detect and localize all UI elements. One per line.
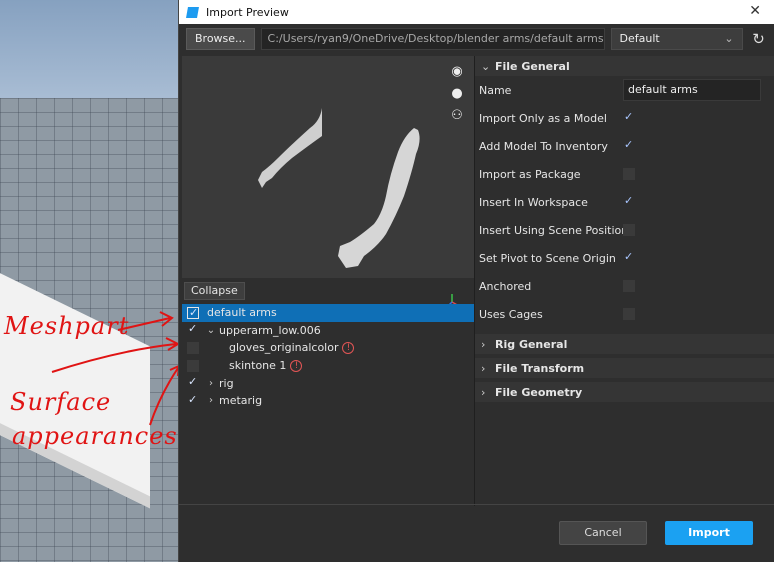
reset-icon[interactable]: ↻ (749, 28, 769, 50)
property-checkbox[interactable] (623, 194, 635, 208)
chevron-right-icon: › (481, 385, 486, 399)
close-icon[interactable]: ✕ (749, 3, 761, 19)
chevron-down-icon[interactable]: ⌄ (205, 325, 217, 336)
property-label: Name (479, 83, 512, 97)
property-checkbox[interactable] (623, 250, 635, 264)
property-row: Uses Cages (475, 300, 774, 328)
property-checkbox[interactable] (623, 110, 635, 124)
name-field[interactable]: default arms (623, 79, 761, 101)
property-label: Import as Package (479, 167, 581, 181)
tree-label: skintone 1 (229, 359, 287, 373)
property-row: Insert In Workspace (475, 188, 774, 216)
warning-icon[interactable]: ! (342, 341, 355, 354)
rig-icon[interactable]: ⚇ (448, 108, 466, 124)
section-file-transform[interactable]: › File Transform (475, 358, 774, 378)
chevron-right-icon[interactable]: › (205, 378, 217, 389)
property-checkbox[interactable] (623, 308, 635, 320)
viewport-tools: ◉ ● ⚇ (448, 64, 466, 124)
chevron-right-icon: › (481, 361, 486, 375)
tree-checkbox[interactable] (187, 306, 199, 319)
section-title: Rig General (495, 337, 568, 351)
tree-row[interactable]: default arms (182, 304, 474, 322)
tree-row[interactable]: gloves_originalcolor! (182, 339, 474, 357)
annotation-surface: Surface (10, 388, 112, 416)
property-row: Add Model To Inventory (475, 132, 774, 160)
globe-icon[interactable]: ● (448, 86, 466, 102)
preset-value: Default (619, 32, 660, 45)
collapse-button[interactable]: Collapse (184, 282, 245, 300)
camera-reset-icon[interactable]: ◉ (448, 64, 466, 80)
tree-checkbox[interactable] (187, 393, 199, 407)
property-row: Set Pivot to Scene Origin (475, 244, 774, 272)
dialog-title: Import Preview (206, 5, 289, 19)
property-list: Import Only as a Model Add Model To Inven… (475, 104, 774, 328)
chevron-right-icon[interactable]: › (205, 395, 217, 406)
property-checkbox[interactable] (623, 138, 635, 152)
tree-label: metarig (219, 394, 263, 408)
section-rig-general[interactable]: › Rig General (475, 334, 774, 354)
tree-label: gloves_originalcolor (229, 341, 339, 355)
property-checkbox[interactable] (623, 280, 635, 292)
preset-dropdown[interactable]: Default ⌄ (610, 28, 743, 50)
section-title: File Transform (495, 361, 585, 375)
tree-label: upperarm_low.006 (219, 323, 321, 337)
section-title: File Geometry (495, 385, 583, 399)
tree-checkbox[interactable] (187, 341, 199, 354)
cancel-button[interactable]: Cancel (559, 521, 647, 545)
file-path-field[interactable]: C:/Users/ryan9/OneDrive/Desktop/blender … (260, 28, 605, 50)
property-row: Insert Using Scene Position (475, 216, 774, 244)
chevron-right-icon: › (481, 337, 486, 351)
chevron-down-icon: ⌄ (481, 59, 491, 73)
import-preview-dialog: Import Preview ✕ Browse... C:/Users/ryan… (178, 0, 774, 562)
property-checkbox[interactable] (623, 168, 635, 180)
property-row: Import Only as a Model (475, 104, 774, 132)
tree-checkbox[interactable] (187, 359, 199, 372)
property-label: Insert Using Scene Position (479, 223, 629, 237)
warning-icon[interactable]: ! (290, 359, 303, 372)
annotation-meshpart: Meshpart (4, 312, 130, 340)
tree-row[interactable]: skintone 1! (182, 357, 474, 375)
tree-checkbox[interactable] (187, 322, 199, 336)
import-button[interactable]: Import (665, 521, 753, 545)
chevron-down-icon: ⌄ (724, 32, 734, 45)
section-file-geometry[interactable]: › File Geometry (475, 382, 774, 402)
file-toolbar: Browse... C:/Users/ryan9/OneDrive/Deskto… (186, 28, 774, 50)
tree-label: default arms (207, 306, 277, 320)
property-label: Set Pivot to Scene Origin (479, 251, 616, 265)
arm-models-preview (258, 108, 420, 268)
property-label: Insert In Workspace (479, 195, 588, 209)
section-title: File General (495, 59, 570, 73)
tree-checkbox[interactable] (187, 375, 199, 389)
dialog-titlebar: Import Preview ✕ (179, 0, 774, 24)
section-file-general[interactable]: ⌄ File General (475, 56, 774, 76)
tree-row[interactable]: ⌄upperarm_low.006 (182, 322, 474, 340)
property-label: Uses Cages (479, 307, 543, 321)
hierarchy-tree: default arms⌄upperarm_low.006gloves_orig… (182, 304, 474, 504)
tree-row[interactable]: ›metarig (182, 392, 474, 410)
browse-button[interactable]: Browse... (186, 28, 255, 50)
property-label: Anchored (479, 279, 532, 293)
collapse-row: Collapse (182, 282, 474, 302)
roblox-studio-icon (186, 6, 199, 18)
property-checkbox[interactable] (623, 224, 635, 236)
property-label: Import Only as a Model (479, 111, 607, 125)
property-label: Add Model To Inventory (479, 139, 608, 153)
tree-label: rig (219, 376, 234, 390)
property-name: Name default arms (475, 76, 774, 104)
model-preview-viewport[interactable]: ◉ ● ⚇ (182, 56, 474, 309)
properties-panel: ⌄ File General Name default arms Import … (475, 56, 774, 506)
annotation-appearances: appearances (12, 422, 178, 450)
property-row: Import as Package (475, 160, 774, 188)
footer-divider (179, 504, 774, 505)
property-row: Anchored (475, 272, 774, 300)
tree-row[interactable]: ›rig (182, 374, 474, 392)
